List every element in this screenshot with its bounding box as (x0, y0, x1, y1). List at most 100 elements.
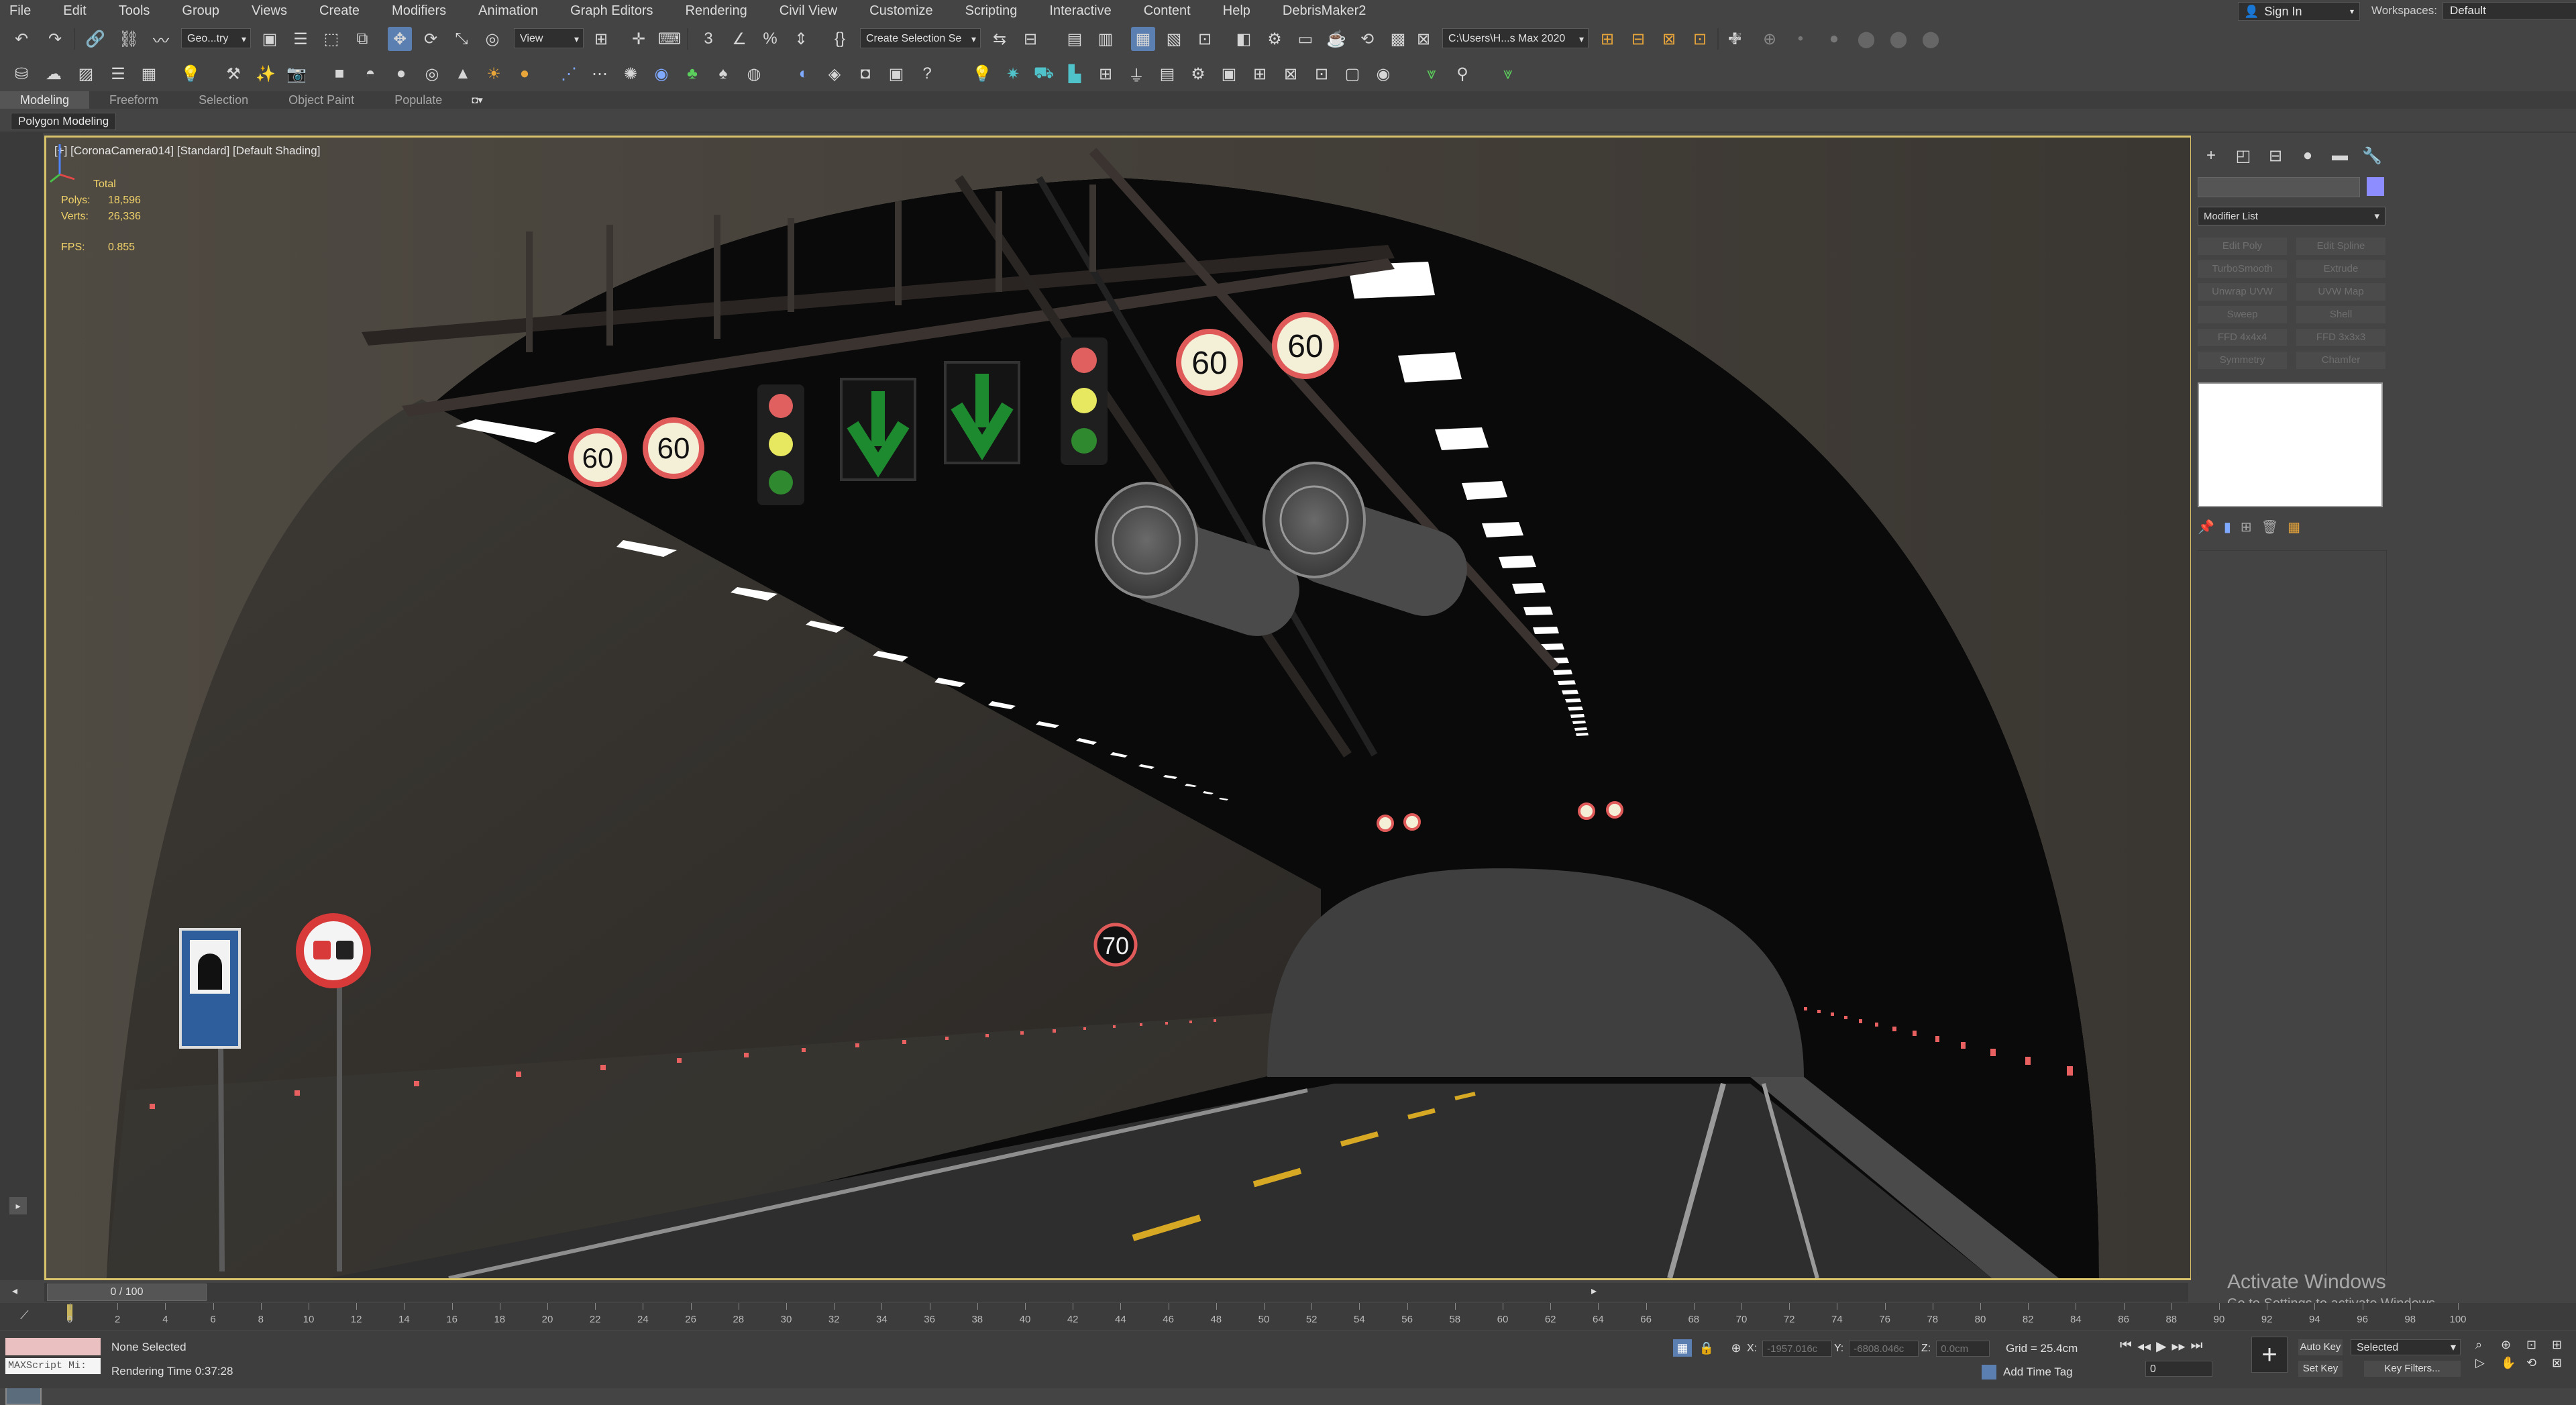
options-icon[interactable]: ▣ (884, 62, 908, 86)
remove-modifier-icon[interactable]: 🗑 (2261, 519, 2278, 535)
key-filters-button[interactable]: Key Filters... (2364, 1361, 2461, 1377)
pivot-center-icon[interactable]: ⊞ (589, 27, 613, 51)
create-tab-icon[interactable]: + (2195, 142, 2227, 169)
key-selection-dropdown[interactable]: Selected (2351, 1339, 2461, 1356)
render-production-icon[interactable]: ☕ (1324, 27, 1348, 51)
unwrap-uvw-button[interactable]: Unwrap UVW (2198, 283, 2287, 301)
symmetry-button[interactable]: Symmetry (2198, 352, 2287, 369)
workspace-dropdown[interactable]: Default (2442, 2, 2576, 19)
render-activeshade-icon[interactable]: ▩ (1386, 27, 1410, 51)
polygon-modeling-label[interactable]: Polygon Modeling (11, 113, 117, 130)
window-crossing-icon[interactable]: ⧉ (350, 27, 374, 51)
motion-tab-icon[interactable]: ● (2292, 142, 2324, 169)
hierarchy-tab-icon[interactable]: ⊟ (2259, 142, 2292, 169)
orbit-icon[interactable]: ⟲ (2526, 1356, 2548, 1370)
eye-icon[interactable]: ◉ (1371, 62, 1395, 86)
render-online-icon[interactable]: ⊠ (1411, 27, 1436, 51)
y-field[interactable]: -6808.046c (1849, 1341, 1919, 1357)
toggle-ribbon-icon[interactable]: ▦ (1131, 27, 1155, 51)
globe-icon[interactable]: ◉ (649, 62, 674, 86)
modify-tab-icon[interactable]: ◰ (2227, 142, 2259, 169)
save-project-icon[interactable]: ⊠ (1657, 27, 1681, 51)
viewport-label[interactable]: [+] [CoronaCamera014] [Standard] [Defaul… (54, 144, 320, 158)
schematic-view-icon[interactable]: ⊡ (1193, 27, 1217, 51)
isolate-selection-icon[interactable]: ▦ (1673, 1339, 1692, 1357)
expand-icon[interactable]: ⊠ (1279, 62, 1303, 86)
rotate-icon[interactable]: ⟳ (419, 27, 443, 51)
expand-arrow-icon[interactable]: ▸ (9, 1197, 27, 1214)
curve-editor-icon[interactable]: ▧ (1162, 27, 1186, 51)
zoom-extents-all-icon[interactable]: ⊞ (2552, 1338, 2573, 1352)
project-settings-icon[interactable]: ⊡ (1688, 27, 1712, 51)
material-editor-icon[interactable]: ◧ (1232, 27, 1256, 51)
box-primitive-icon[interactable]: ■ (327, 62, 352, 86)
time-slider-thumb[interactable]: 0 / 100 (47, 1284, 207, 1301)
key-mode-icon[interactable]: ⟋ (20, 1308, 29, 1322)
unlink-icon[interactable]: ⛓ (117, 27, 141, 51)
ffd-3x3x3-button[interactable]: FFD 3x3x3 (2296, 329, 2385, 346)
track-bar[interactable]: ⟋ 0 2 4 6 8 10 12 14 16 18 20 22 24 26 28 30 32 34 36 38 40 4… (0, 1303, 2576, 1330)
rectangular-selection-icon[interactable]: ⬚ (319, 27, 343, 51)
brush-icon[interactable]: ✐ (1724, 27, 1748, 51)
pan-icon[interactable]: ✋ (2501, 1356, 2522, 1370)
menu-animation[interactable]: Animation (462, 0, 554, 21)
material-icon[interactable]: ◈ (822, 62, 847, 86)
uvw-map-button[interactable]: UVW Map (2296, 283, 2385, 301)
zoom-all-icon[interactable]: ⊕ (2501, 1338, 2522, 1352)
camera-viewport[interactable]: 60 60 60 60 70 [+] [CoronaCamera014] [St… (44, 136, 2192, 1280)
tab-selection[interactable]: Selection (178, 91, 268, 109)
light-bulb-icon[interactable]: 💡 (178, 62, 203, 86)
scene-explorer-icon[interactable]: ▤ (1063, 27, 1087, 51)
open-project-icon[interactable]: ⊟ (1626, 27, 1650, 51)
cone-icon[interactable]: ▲ (451, 62, 475, 86)
place-icon[interactable]: ◎ (480, 27, 504, 51)
chamfer-button[interactable]: Chamfer (2296, 352, 2385, 369)
object-name-field[interactable] (2198, 177, 2360, 197)
project-folder-icon[interactable]: ⊞ (1595, 27, 1619, 51)
scatter-icon[interactable]: ⋯ (588, 62, 612, 86)
particle-icon[interactable]: ✺ (619, 62, 643, 86)
undo-icon[interactable]: ↶ (9, 27, 34, 51)
bind-space-warp-icon[interactable]: 〰 (149, 27, 173, 51)
vehicle-teal-icon[interactable]: ⛟ (1032, 62, 1056, 86)
wand-icon[interactable]: ✨ (254, 62, 278, 86)
scale-icon[interactable]: ⤡ (449, 27, 474, 51)
modifier-list-dropdown[interactable]: Modifier List (2198, 207, 2385, 226)
cloud-icon[interactable]: ☁ (42, 62, 66, 86)
maxscript-listener[interactable] (5, 1338, 101, 1355)
menu-content[interactable]: Content (1128, 0, 1207, 21)
hemisphere-icon[interactable]: ◓ (358, 62, 382, 86)
utilities-tab-icon[interactable]: 🔧 (2356, 142, 2388, 169)
spinner-snap-icon[interactable]: ⇕ (789, 27, 813, 51)
orb-icon[interactable]: ● (513, 62, 537, 86)
edit-spline-button[interactable]: Edit Spline (2296, 238, 2385, 255)
zoom-extents-icon[interactable]: ⊡ (2526, 1338, 2548, 1352)
percent-snap-icon[interactable]: % (758, 27, 782, 51)
selection-lock-icon[interactable]: 🔒 (1697, 1339, 1716, 1357)
field-of-view-icon[interactable]: ▷ (2475, 1356, 2497, 1370)
help-circle-icon[interactable]: ? (915, 62, 939, 86)
play-icon[interactable]: ▶ (2156, 1338, 2166, 1355)
menu-create[interactable]: Create (303, 0, 376, 21)
tab-populate[interactable]: Populate (374, 91, 462, 109)
render-iterative-icon[interactable]: ⟲ (1355, 27, 1379, 51)
select-object-icon[interactable]: ▣ (258, 27, 282, 51)
sweep-button[interactable]: Sweep (2198, 306, 2287, 323)
layer-explorer-icon[interactable]: ▥ (1093, 27, 1118, 51)
reference-coordinate-dropdown[interactable]: View (514, 28, 584, 48)
gear-icon[interactable]: ⚙ (1186, 62, 1210, 86)
menu-tools[interactable]: Tools (103, 0, 166, 21)
double-chevron-green-icon[interactable]: ⩔ (1496, 62, 1520, 86)
book-icon[interactable]: ⊞ (1093, 62, 1118, 86)
absolute-mode-icon[interactable]: ⊕ (1727, 1339, 1746, 1357)
rock-icon[interactable]: ◍ (742, 62, 766, 86)
align-icon[interactable]: ⊟ (1018, 27, 1042, 51)
z-field[interactable]: 0.0cm (1936, 1341, 1990, 1357)
pin-icon[interactable]: ⚲ (1450, 62, 1474, 86)
show-end-result-icon[interactable]: ▮ (2224, 519, 2231, 535)
grid-object-icon[interactable]: ⋰ (557, 62, 581, 86)
menu-edit[interactable]: Edit (47, 0, 102, 21)
menu-debrismaker2[interactable]: DebrisMaker2 (1267, 0, 1382, 21)
sphere-icon[interactable]: ● (389, 62, 413, 86)
box-frame-icon[interactable]: ▢ (1340, 62, 1364, 86)
